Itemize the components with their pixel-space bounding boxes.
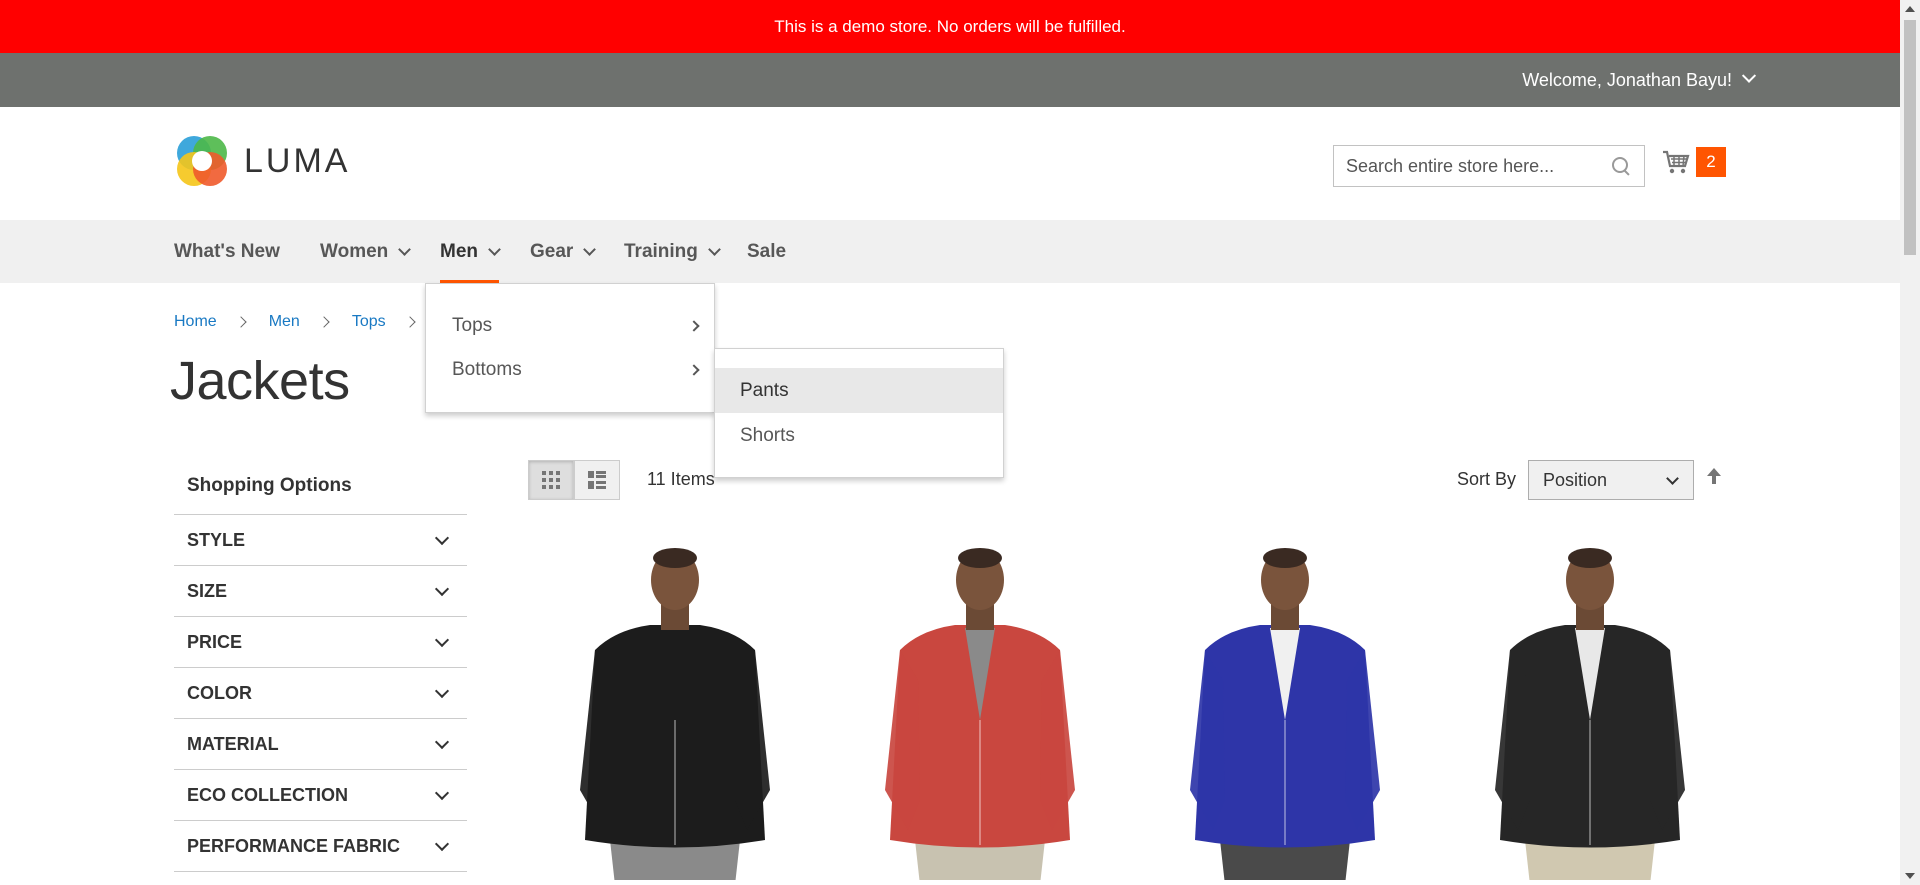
minicart-button[interactable]: 2 xyxy=(1662,147,1726,177)
filter-label: PERFORMANCE FABRIC xyxy=(187,835,401,856)
chevron-down-icon xyxy=(488,242,501,256)
header-content: LUMA 2 xyxy=(0,107,1900,220)
nav-item-training[interactable]: Training xyxy=(624,220,721,283)
submenu-item-pants[interactable]: Pants xyxy=(715,368,1003,413)
product-item[interactable] xyxy=(1470,540,1710,885)
nav-item-gear[interactable]: Gear xyxy=(530,220,597,283)
sort-by-select[interactable]: Position xyxy=(1528,460,1694,500)
chevron-down-icon xyxy=(398,242,412,256)
view-mode-toggle xyxy=(528,460,620,500)
toolbar-item-count: 11 Items xyxy=(647,469,715,489)
search-input[interactable] xyxy=(1346,155,1610,177)
chevron-down-icon xyxy=(434,632,450,648)
breadcrumb-tops[interactable]: Tops xyxy=(352,313,386,331)
shopping-cart-icon xyxy=(1663,150,1690,174)
list-view-button[interactable] xyxy=(574,460,620,500)
filter-label: COLOR xyxy=(187,682,252,703)
list-icon xyxy=(588,471,606,489)
filter-label: PRICE xyxy=(187,631,243,652)
product-image xyxy=(885,548,1075,885)
luma-logo[interactable]: LUMA xyxy=(174,133,350,189)
nav-item-label: What's New xyxy=(174,240,280,262)
filter-color[interactable]: COLOR xyxy=(174,668,467,719)
header-panel: Welcome, Jonathan Bayu! xyxy=(0,53,1900,107)
nav-item-women[interactable]: Women xyxy=(320,220,412,283)
filter-label: MATERIAL xyxy=(187,733,279,754)
filter-eco-collection[interactable]: ECO COLLECTION xyxy=(174,770,467,821)
welcome-text: Welcome, Jonathan Bayu! xyxy=(1522,69,1732,90)
chevron-down-icon xyxy=(434,581,450,597)
product-image xyxy=(1190,548,1380,885)
scroll-down-arrow-icon[interactable] xyxy=(1905,873,1915,879)
submenu-item-label: Pants xyxy=(740,379,789,401)
shopping-options-heading: Shopping Options xyxy=(174,458,467,515)
logo-text: LUMA xyxy=(244,141,351,180)
product-image xyxy=(580,548,770,885)
nav-item-whats-new[interactable]: What's New xyxy=(174,220,280,283)
chevron-down-icon xyxy=(434,785,450,801)
page-title: Jackets xyxy=(170,351,350,411)
dropdown-item-bottoms[interactable]: Bottoms xyxy=(426,348,714,392)
chevron-down-icon xyxy=(434,836,450,852)
submenu-item-label: Shorts xyxy=(740,424,795,446)
nav-item-label: Training xyxy=(624,240,698,262)
chevron-down-icon xyxy=(434,530,450,546)
customer-welcome-menu[interactable]: Welcome, Jonathan Bayu! xyxy=(1522,53,1757,107)
filter-price[interactable]: PRICE xyxy=(174,617,467,668)
bottoms-submenu: Pants Shorts xyxy=(714,348,1004,478)
filter-style[interactable]: STYLE xyxy=(174,515,467,566)
chevron-down-icon xyxy=(434,683,450,699)
layered-navigation: Shopping Options STYLE SIZE PRICE COLOR … xyxy=(174,458,467,872)
breadcrumb-men[interactable]: Men xyxy=(269,313,300,331)
men-dropdown-menu: Tops Bottoms xyxy=(425,283,715,413)
product-item[interactable] xyxy=(860,540,1100,885)
nav-item-label: Gear xyxy=(530,240,574,262)
filter-size[interactable]: SIZE xyxy=(174,566,467,617)
chevron-right-icon xyxy=(403,316,416,328)
scroll-up-arrow-icon[interactable] xyxy=(1905,6,1915,12)
sort-direction-arrow-icon[interactable] xyxy=(1706,466,1722,488)
dropdown-item-tops[interactable]: Tops xyxy=(426,304,714,348)
chevron-down-icon xyxy=(1666,472,1679,485)
scroll-thumb[interactable] xyxy=(1904,20,1916,255)
filter-performance-fabric[interactable]: PERFORMANCE FABRIC xyxy=(174,821,467,872)
search-icon[interactable] xyxy=(1610,155,1632,177)
chevron-right-icon xyxy=(318,316,330,328)
filter-material[interactable]: MATERIAL xyxy=(174,719,467,770)
dropdown-item-label: Tops xyxy=(452,315,493,336)
chevron-right-icon xyxy=(235,316,247,328)
nav-item-label: Men xyxy=(440,240,478,262)
nav-item-men[interactable]: Men xyxy=(440,220,501,283)
nav-item-label: Women xyxy=(320,240,389,262)
filter-label: ECO COLLECTION xyxy=(187,784,348,805)
luma-logo-icon xyxy=(177,136,227,186)
product-item[interactable] xyxy=(1165,540,1405,885)
chevron-down-icon xyxy=(434,734,450,750)
chevron-down-icon xyxy=(583,242,597,256)
demo-store-text: This is a demo store. No orders will be … xyxy=(774,16,1126,36)
chevron-down-icon xyxy=(1741,68,1757,83)
submenu-item-shorts[interactable]: Shorts xyxy=(715,413,1003,458)
main-navigation: What's New Women Men Gear Training Sale xyxy=(0,220,1900,283)
cart-count-badge: 2 xyxy=(1696,147,1726,177)
product-image xyxy=(1495,548,1685,885)
page-scrollbar[interactable] xyxy=(1900,0,1920,885)
breadcrumb-home[interactable]: Home xyxy=(174,313,217,331)
nav-item-sale[interactable]: Sale xyxy=(747,220,786,283)
breadcrumb: Home Men Tops Ja xyxy=(174,313,455,331)
filter-label: STYLE xyxy=(187,529,246,550)
sort-by-label: Sort By xyxy=(1457,469,1517,489)
demo-store-banner: This is a demo store. No orders will be … xyxy=(0,0,1900,53)
nav-item-label: Sale xyxy=(747,240,787,262)
chevron-right-icon xyxy=(688,320,700,332)
product-item[interactable] xyxy=(555,540,795,885)
chevron-right-icon xyxy=(688,364,700,376)
grid-view-button[interactable] xyxy=(528,460,574,500)
filter-label: SIZE xyxy=(187,580,228,601)
chevron-down-icon xyxy=(708,242,721,256)
search-box xyxy=(1333,145,1645,187)
dropdown-item-label: Bottoms xyxy=(452,359,522,380)
grid-icon xyxy=(542,471,560,489)
sort-by-value: Position xyxy=(1543,469,1608,490)
